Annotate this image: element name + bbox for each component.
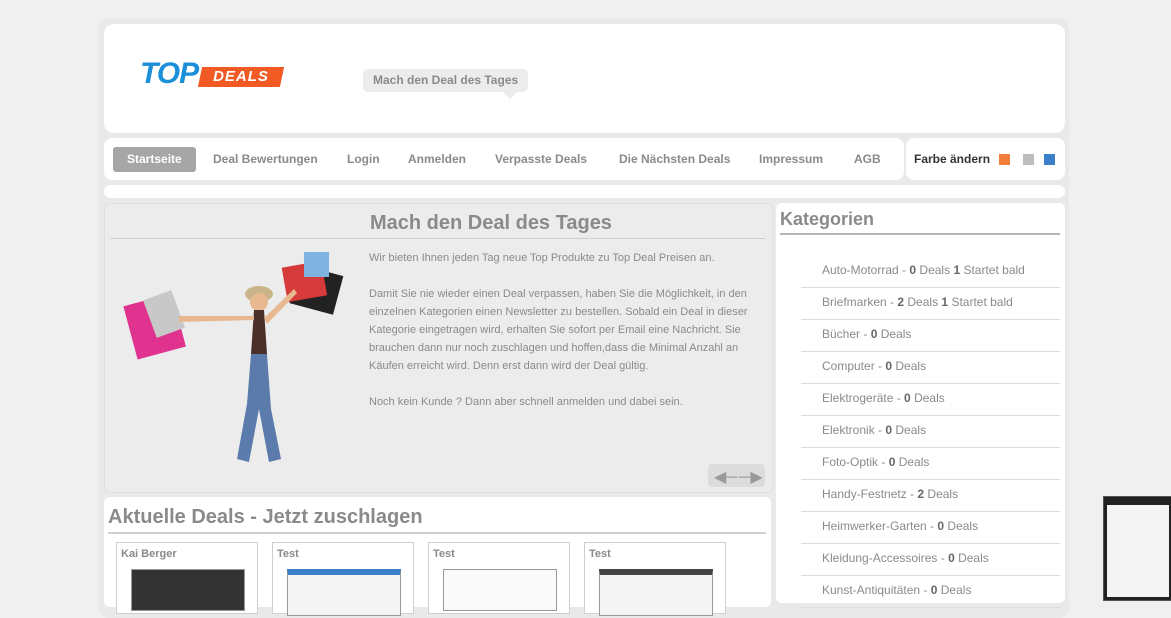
deal-thumbnail (599, 569, 713, 616)
category-sidebar: Kategorien Auto-Motorrad - 0 Deals 1 Sta… (776, 203, 1065, 608)
deal-thumbnail (287, 569, 401, 616)
sidebar-divider (780, 233, 1060, 235)
category-item[interactable]: Kunst-Antiquitäten - 0 Deals (801, 576, 1060, 608)
category-item[interactable]: Foto-Optik - 0 Deals (801, 448, 1060, 480)
category-item[interactable]: Elektrogeräte - 0 Deals (801, 384, 1060, 416)
arrow-left-icon[interactable]: ◀─ (714, 467, 738, 487)
color-switcher: Farbe ändern (906, 138, 1065, 180)
deal-card-title: Test (433, 548, 455, 560)
deal-card-title: Test (589, 548, 611, 560)
nav-impressum[interactable]: Impressum (759, 147, 823, 172)
category-item[interactable]: Kleidung-Accessoires - 0 Deals (801, 544, 1060, 576)
category-item[interactable]: Computer - 0 Deals (801, 352, 1060, 384)
category-list: Auto-Motorrad - 0 Deals 1 Startet bald Br… (801, 256, 1060, 608)
header-tagline: Mach den Deal des Tages (363, 69, 529, 99)
current-deals-panel: Aktuelle Deals - Jetzt zuschlagen Kai Be… (104, 497, 771, 616)
category-item[interactable]: Bücher - 0 Deals (801, 320, 1060, 352)
divider-bar (104, 185, 1065, 198)
nav-login[interactable]: Login (347, 147, 380, 172)
slider-controls: ◀─ ─▶ (708, 464, 765, 487)
hero-panel: Mach den Deal des Tages Wir bieten Ihnen… (104, 203, 773, 493)
deals-title: Aktuelle Deals - Jetzt zuschlagen (108, 506, 423, 528)
hero-divider (110, 238, 765, 239)
hero-title: Mach den Deal des Tages (370, 212, 612, 234)
deal-card[interactable]: Test (428, 542, 570, 614)
color-swatch-blue[interactable] (1044, 154, 1055, 165)
logo-top-text: TOP (140, 57, 199, 90)
category-item[interactable]: Handy-Festnetz - 2 Deals (801, 480, 1060, 512)
hero-text: Wir bieten Ihnen jeden Tag neue Top Prod… (369, 249, 749, 429)
category-item[interactable]: Heimwerker-Garten - 0 Deals (801, 512, 1060, 544)
nav-deal-bewertungen[interactable]: Deal Bewertungen (213, 147, 318, 172)
deals-divider (108, 532, 766, 534)
deal-card-title: Test (277, 548, 299, 560)
deal-thumbnail (131, 569, 245, 611)
deal-card[interactable]: Kai Berger (116, 542, 258, 614)
deal-card[interactable]: Test (272, 542, 414, 616)
logo-deals-badge: DEALS (197, 67, 285, 87)
hero-paragraph-3: Noch kein Kunde ? Dann aber schnell anme… (369, 396, 683, 408)
arrow-right-icon[interactable]: ─▶ (739, 467, 763, 487)
nav-startseite[interactable]: Startseite (113, 147, 196, 172)
hero-paragraph-2: Damit Sie nie wieder einen Deal verpasse… (369, 288, 748, 372)
deal-card-title: Kai Berger (121, 548, 177, 560)
nav-verpasste-deals[interactable]: Verpasste Deals (495, 147, 587, 172)
nav-agb[interactable]: AGB (854, 147, 881, 172)
shopping-woman-image (123, 252, 344, 462)
color-switcher-label: Farbe ändern (914, 152, 991, 166)
main-nav: Startseite Deal Bewertungen Login Anmeld… (104, 138, 904, 180)
floating-preview-widget[interactable] (1103, 496, 1171, 601)
deal-card[interactable]: Test (584, 542, 726, 616)
color-swatch-orange[interactable] (999, 154, 1010, 165)
nav-anmelden[interactable]: Anmelden (408, 147, 466, 172)
category-item[interactable]: Briefmarken - 2 Deals 1 Startet bald (801, 288, 1060, 320)
site-logo[interactable]: TOP DEALS (140, 57, 290, 91)
category-item[interactable]: Auto-Motorrad - 0 Deals 1 Startet bald (801, 256, 1060, 288)
hero-paragraph-1: Wir bieten Ihnen jeden Tag neue Top Prod… (369, 252, 715, 264)
color-swatch-grey[interactable] (1023, 154, 1034, 165)
deal-thumbnail (443, 569, 557, 611)
category-item[interactable]: Elektronik - 0 Deals (801, 416, 1060, 448)
sidebar-title: Kategorien (780, 209, 875, 229)
nav-naechste-deals[interactable]: Die Nächsten Deals (619, 147, 730, 172)
preview-screen (1107, 505, 1169, 597)
